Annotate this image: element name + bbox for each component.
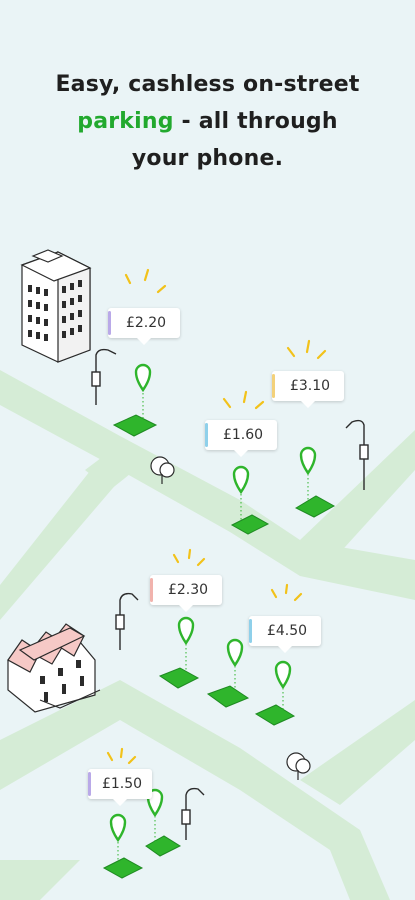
location-pin-icon [274,660,292,690]
parking-bay-icon [206,685,250,708]
price-label: £4.50 [266,623,308,639]
road-left-diagonal [0,452,130,620]
price-label: £1.60 [222,427,264,443]
location-pin-icon [109,813,127,843]
road-lower-right [300,700,415,805]
location-pin-icon [226,638,244,668]
location-pin-icon [177,616,195,646]
parking-bay-icon [158,667,200,689]
parking-bay-icon [254,704,296,726]
parking-bay-icon [145,835,182,857]
road-bottom-left [0,860,80,900]
price-label: £1.50 [101,776,143,792]
price-tag-1-60: £1.60 [205,420,277,457]
price-label: £2.20 [125,315,167,331]
price-label: £3.10 [289,378,331,394]
price-label: £2.30 [167,582,209,598]
road-upper [0,370,415,600]
price-tag-2-20: £2.20 [108,308,180,345]
parking-bay-icon [112,414,158,437]
office-building-icon [20,249,92,363]
location-pin-icon [134,363,152,393]
location-pin-icon [232,465,250,495]
parking-bay-icon [102,857,144,879]
price-tag-1-50: £1.50 [88,769,152,806]
street-map-illustration [0,249,415,900]
price-tag-4-50: £4.50 [249,616,321,653]
road-mid-cross [300,430,415,558]
price-tag-2-30: £2.30 [150,575,222,612]
location-pin-icon [299,446,317,476]
price-tag-3-10: £3.10 [272,371,344,408]
